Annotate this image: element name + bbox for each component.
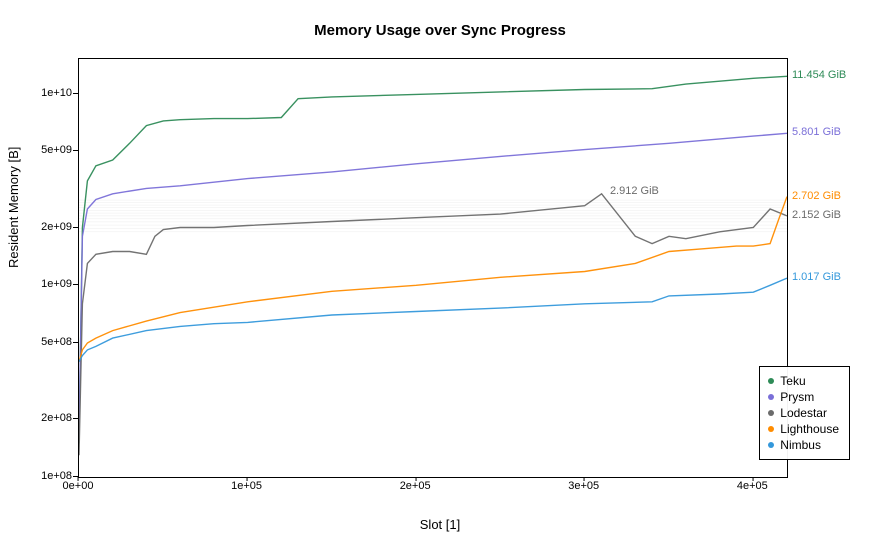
x-tick: 0e+00: [63, 480, 94, 492]
x-tick: 2e+05: [400, 480, 431, 492]
circle-icon: [768, 394, 774, 400]
legend-item-lighthouse: Lighthouse: [768, 421, 839, 437]
legend-label: Lighthouse: [780, 421, 839, 437]
series-end-label: 11.454 GiB: [792, 69, 846, 81]
y-tick: 5e+08: [28, 336, 72, 348]
legend: Teku Prysm Lodestar Lighthouse Nimbus: [759, 366, 850, 460]
x-axis-label: Slot [1]: [0, 517, 880, 532]
chart-container: Memory Usage over Sync Progress Resident…: [0, 0, 880, 540]
series-end-label: 2.912 GiB: [610, 185, 659, 197]
y-tick: 1e+09: [28, 278, 72, 290]
legend-label: Teku: [780, 373, 805, 389]
legend-item-teku: Teku: [768, 373, 839, 389]
y-axis-label: Resident Memory [B]: [6, 147, 21, 268]
x-tick: 3e+05: [568, 480, 599, 492]
legend-item-prysm: Prysm: [768, 389, 839, 405]
series-end-label: 1.017 GiB: [792, 271, 841, 283]
legend-label: Prysm: [780, 389, 814, 405]
x-tick: 4e+05: [737, 480, 768, 492]
series-end-label: 5.801 GiB: [792, 126, 841, 138]
x-tick: 1e+05: [231, 480, 262, 492]
circle-icon: [768, 442, 774, 448]
plot-area: [78, 58, 788, 478]
circle-icon: [768, 378, 774, 384]
y-tick: 5e+09: [28, 144, 72, 156]
legend-item-nimbus: Nimbus: [768, 437, 839, 453]
y-tick: 1e+10: [28, 87, 72, 99]
circle-icon: [768, 410, 774, 416]
series-end-label: 2.702 GiB: [792, 190, 841, 202]
series-end-label: 2.152 GiB: [792, 209, 841, 221]
legend-label: Lodestar: [780, 405, 827, 421]
plot-svg: [79, 59, 787, 477]
chart-title: Memory Usage over Sync Progress: [0, 22, 880, 39]
legend-label: Nimbus: [780, 437, 821, 453]
circle-icon: [768, 426, 774, 432]
legend-item-lodestar: Lodestar: [768, 405, 839, 421]
y-tick: 2e+08: [28, 412, 72, 424]
y-tick: 2e+09: [28, 221, 72, 233]
